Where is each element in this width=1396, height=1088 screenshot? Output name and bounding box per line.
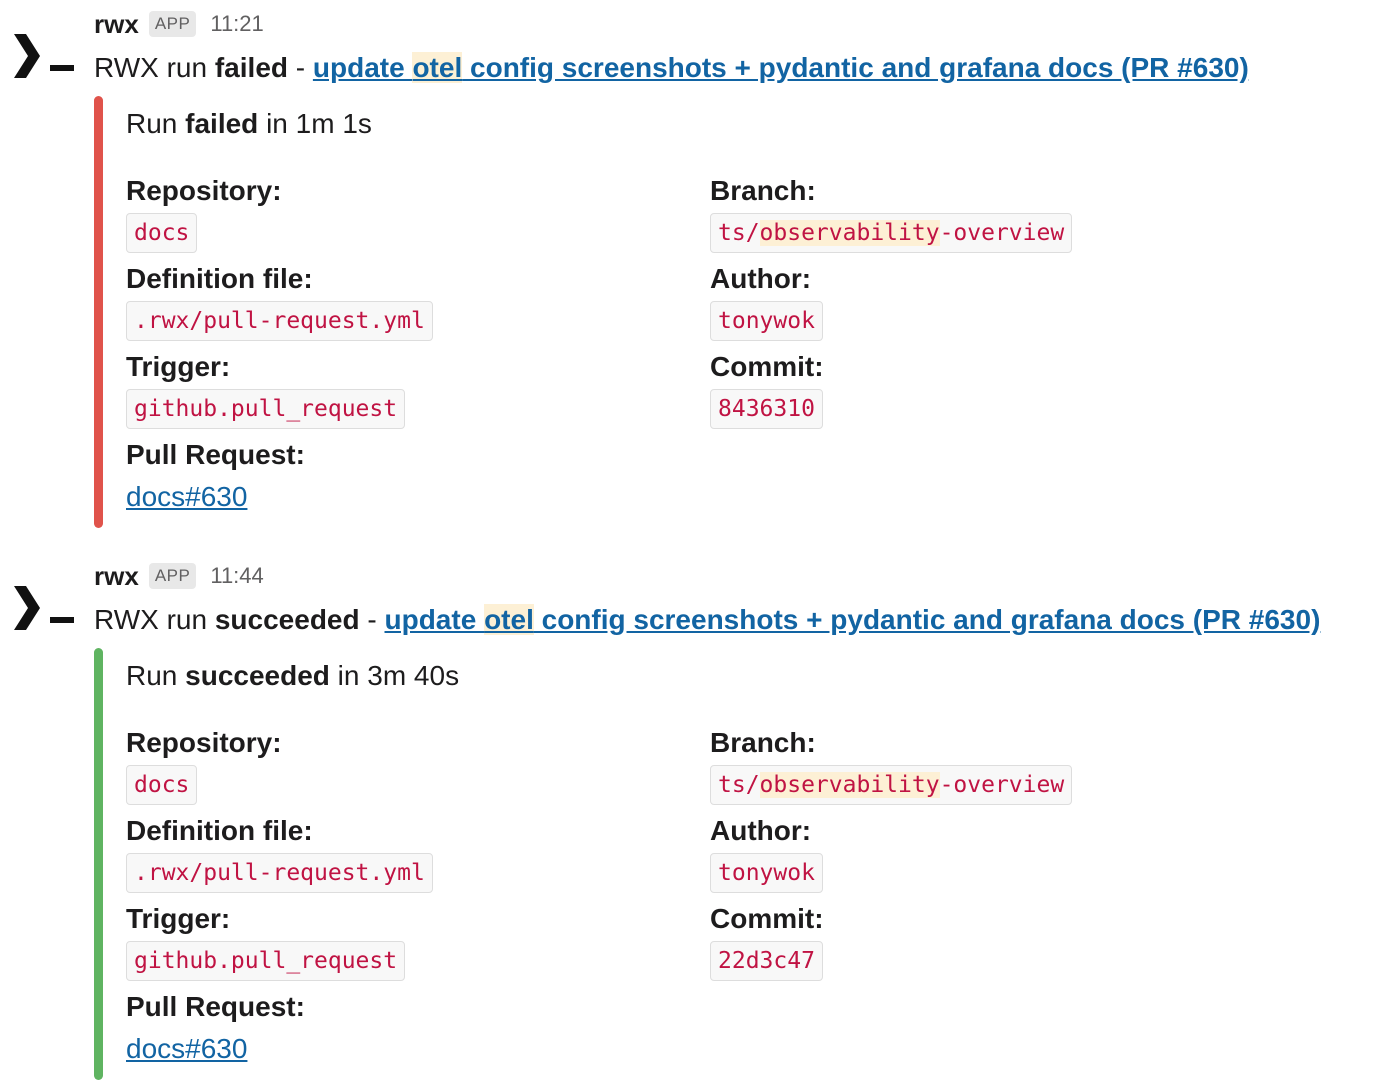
field-author: Author: tonywok bbox=[710, 261, 823, 341]
field-value-code: tonywok bbox=[710, 853, 823, 893]
rwx-avatar[interactable] bbox=[4, 566, 80, 642]
field-value-code: docs bbox=[126, 765, 198, 805]
message-header: rwx APP 11:21 bbox=[94, 6, 264, 42]
field-label: Repository: bbox=[126, 175, 282, 206]
field-label: Pull Request: bbox=[126, 991, 305, 1022]
search-highlight: otel bbox=[484, 604, 534, 635]
branch-part: ts/ bbox=[718, 772, 760, 798]
title-separator: - bbox=[359, 604, 385, 635]
branch-part: -overview bbox=[939, 772, 1065, 798]
field-trigger: Trigger: github.pull_request bbox=[126, 349, 406, 429]
status-color-bar bbox=[94, 96, 103, 528]
timestamp[interactable]: 11:44 bbox=[210, 563, 263, 589]
field-value-code: github.pull_request bbox=[126, 389, 406, 429]
field-value-code: .rwx/pull-request.yml bbox=[126, 301, 433, 341]
timestamp[interactable]: 11:21 bbox=[210, 11, 263, 37]
summary-status: failed bbox=[185, 108, 259, 139]
summary-duration: in 3m 40s bbox=[329, 660, 460, 691]
link-text-part: config screenshots + pydantic and grafan… bbox=[533, 604, 1321, 635]
field-author: Author: tonywok bbox=[710, 813, 823, 893]
summary-duration: in 1m 1s bbox=[258, 108, 372, 139]
summary-status: succeeded bbox=[185, 660, 330, 691]
summary-prefix: Run bbox=[126, 660, 186, 691]
field-label: Commit: bbox=[710, 351, 824, 382]
run-summary: Run failed in 1m 1s bbox=[126, 104, 372, 144]
field-trigger: Trigger: github.pull_request bbox=[126, 901, 406, 981]
field-label: Commit: bbox=[710, 903, 824, 934]
summary-prefix: Run bbox=[126, 108, 186, 139]
field-label: Definition file: bbox=[126, 263, 313, 294]
field-value-code: ts/observability-overview bbox=[710, 213, 1073, 253]
title-prefix: RWX run bbox=[94, 604, 215, 635]
field-value-code: github.pull_request bbox=[126, 941, 406, 981]
field-value-code: 22d3c47 bbox=[710, 941, 823, 981]
message-title: RWX run succeeded - update otel config s… bbox=[94, 600, 1320, 640]
field-label: Branch: bbox=[710, 727, 816, 758]
link-text-part: config screenshots + pydantic and grafan… bbox=[462, 52, 1249, 83]
field-label: Author: bbox=[710, 815, 812, 846]
run-summary: Run succeeded in 3m 40s bbox=[126, 656, 459, 696]
pull-request-link[interactable]: docs#630 bbox=[126, 477, 247, 517]
field-repository: Repository: docs bbox=[126, 173, 282, 253]
field-value-code: ts/observability-overview bbox=[710, 765, 1073, 805]
field-label: Branch: bbox=[710, 175, 816, 206]
status-color-bar bbox=[94, 648, 103, 1080]
rwx-avatar[interactable] bbox=[4, 14, 80, 90]
field-branch: Branch: ts/observability-overview bbox=[710, 725, 1073, 805]
app-badge: APP bbox=[148, 11, 197, 37]
title-separator: - bbox=[288, 52, 313, 83]
field-repository: Repository: docs bbox=[126, 725, 282, 805]
field-pull-request: Pull Request: docs#630 bbox=[126, 989, 305, 1069]
link-text-part: update bbox=[384, 604, 485, 635]
field-label: Author: bbox=[710, 263, 812, 294]
app-badge: APP bbox=[148, 563, 197, 589]
sender-name[interactable]: rwx bbox=[94, 561, 139, 592]
field-commit: Commit: 8436310 bbox=[710, 349, 824, 429]
field-definition-file: Definition file: .rwx/pull-request.yml bbox=[126, 261, 433, 341]
field-value-code: tonywok bbox=[710, 301, 823, 341]
field-commit: Commit: 22d3c47 bbox=[710, 901, 824, 981]
rwx-terminal-prompt-icon bbox=[14, 34, 74, 78]
field-value-code: 8436310 bbox=[710, 389, 823, 429]
pr-title-link[interactable]: update otel config screenshots + pydanti… bbox=[313, 52, 1249, 83]
rwx-terminal-prompt-icon bbox=[14, 586, 74, 630]
run-status: succeeded bbox=[214, 604, 360, 635]
title-prefix: RWX run bbox=[94, 52, 215, 83]
pr-title-link[interactable]: update otel config screenshots + pydanti… bbox=[384, 604, 1321, 635]
field-label: Trigger: bbox=[126, 903, 231, 934]
search-highlight: observability bbox=[759, 220, 940, 246]
field-value-code: .rwx/pull-request.yml bbox=[126, 853, 433, 893]
link-text-part: update bbox=[312, 52, 413, 83]
field-label: Repository: bbox=[126, 727, 282, 758]
field-label: Definition file: bbox=[126, 815, 313, 846]
branch-part: ts/ bbox=[718, 220, 760, 246]
branch-part: -overview bbox=[939, 220, 1065, 246]
message-title: RWX run failed - update otel config scre… bbox=[94, 48, 1249, 88]
field-definition-file: Definition file: .rwx/pull-request.yml bbox=[126, 813, 433, 893]
run-status: failed bbox=[214, 52, 288, 83]
field-branch: Branch: ts/observability-overview bbox=[710, 173, 1073, 253]
field-value-code: docs bbox=[126, 213, 198, 253]
field-pull-request: Pull Request: docs#630 bbox=[126, 437, 305, 517]
field-label: Trigger: bbox=[126, 351, 231, 382]
pull-request-link[interactable]: docs#630 bbox=[126, 1029, 247, 1069]
sender-name[interactable]: rwx bbox=[94, 9, 139, 40]
field-label: Pull Request: bbox=[126, 439, 305, 470]
message-header: rwx APP 11:44 bbox=[94, 558, 264, 594]
search-highlight: observability bbox=[759, 772, 940, 798]
search-highlight: otel bbox=[412, 52, 463, 83]
